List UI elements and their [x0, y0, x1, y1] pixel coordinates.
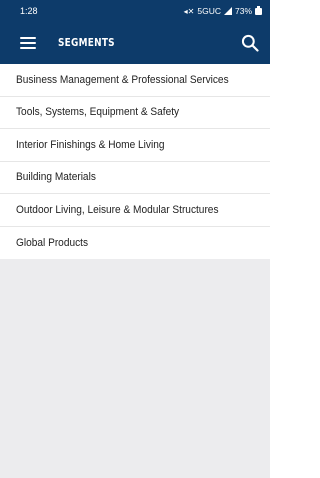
page-title: SEGMENTS — [58, 37, 115, 49]
network-label: 5GUC — [197, 6, 221, 16]
segment-label: Tools, Systems, Equipment & Safety — [16, 106, 180, 119]
hamburger-menu-icon[interactable] — [20, 37, 36, 49]
segment-item-interior-finishings[interactable]: Interior Finishings & Home Living — [0, 129, 270, 162]
battery-label: 73% — [234, 6, 252, 16]
segment-label: Business Management & Professional Servi… — [16, 73, 229, 86]
segment-item-outdoor-living[interactable]: Outdoor Living, Leisure & Modular Struct… — [0, 194, 270, 227]
search-icon[interactable] — [240, 33, 260, 53]
segment-item-business-management[interactable]: Business Management & Professional Servi… — [0, 64, 270, 97]
segment-item-global-products[interactable]: Global Products — [0, 227, 270, 260]
segment-item-building-materials[interactable]: Building Materials — [0, 162, 270, 194]
status-indicators: ◂✕ 5GUC 73% — [183, 5, 262, 16]
segment-label: Global Products — [16, 236, 89, 249]
signal-icon — [223, 7, 232, 15]
app-screen: 1:28 ◂✕ 5GUC 73% SEGMENTS Business Manag… — [0, 0, 270, 478]
app-bar: SEGMENTS — [0, 22, 270, 64]
segment-label: Interior Finishings & Home Living — [16, 138, 165, 151]
segment-item-tools-systems[interactable]: Tools, Systems, Equipment & Safety — [0, 97, 270, 129]
mute-icon: ◂✕ — [183, 6, 195, 16]
status-time: 1:28 — [20, 6, 38, 16]
battery-icon — [255, 5, 262, 15]
segment-label: Building Materials — [16, 171, 96, 184]
segment-label: Outdoor Living, Leisure & Modular Struct… — [16, 203, 219, 216]
segments-list: Business Management & Professional Servi… — [0, 64, 270, 259]
status-bar: 1:28 ◂✕ 5GUC 73% — [0, 0, 270, 22]
